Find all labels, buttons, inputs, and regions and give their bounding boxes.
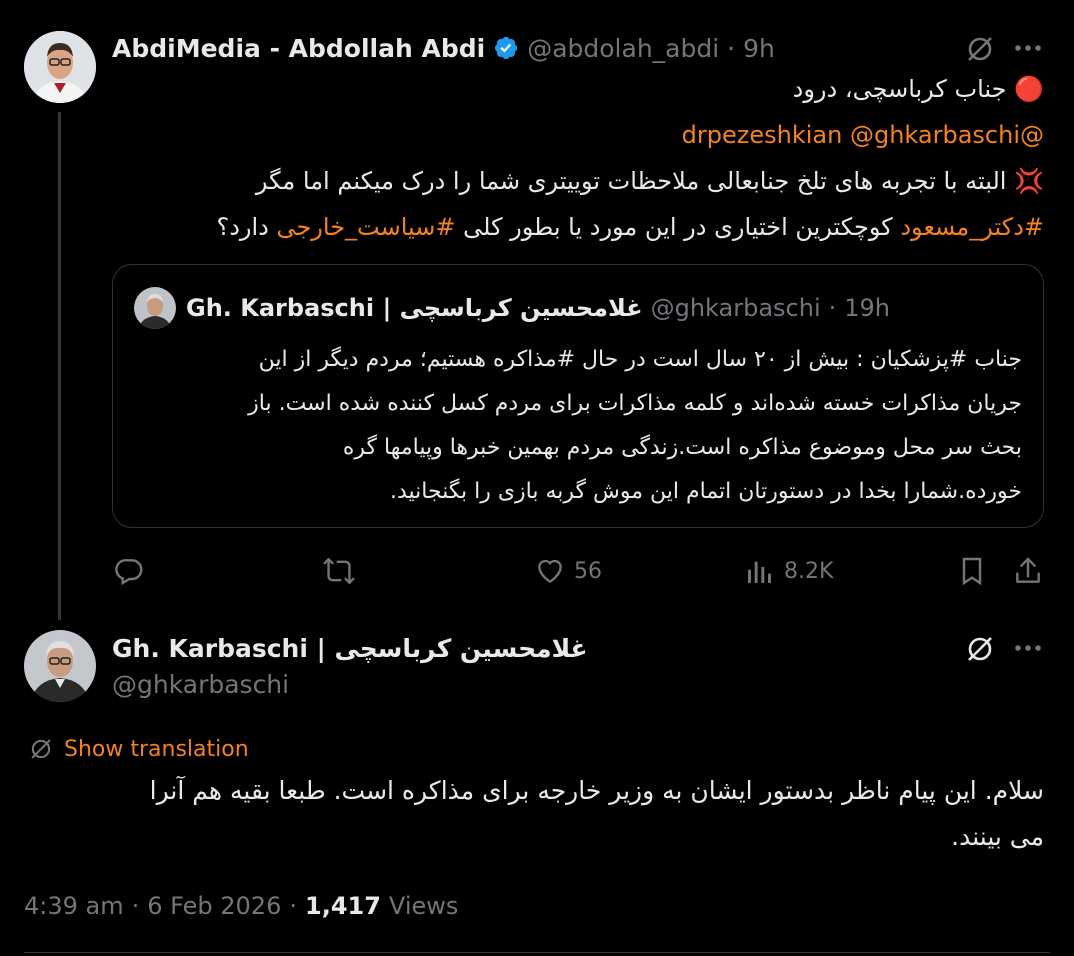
heart-icon [538, 559, 562, 584]
avatar-karbaschi[interactable] [24, 630, 96, 702]
parent-tweet-header: AbdiMedia - Abdollah Abdi @abdolah_abdi … [112, 30, 775, 66]
grok-icon[interactable] [964, 633, 996, 665]
author-handle[interactable]: @abdolah_abdi [527, 34, 719, 63]
more-options-icon[interactable] [1014, 638, 1042, 658]
main-line: می بینند. [951, 822, 1044, 851]
like-count: 56 [574, 558, 602, 584]
views-button[interactable]: 8.2K [744, 555, 833, 587]
repost-icon [323, 558, 355, 584]
main-author-name[interactable]: Gh. Karbaschi | غلامحسین کرباسچی [112, 634, 588, 663]
views-count: 8.2K [784, 558, 834, 584]
reply-button[interactable] [112, 555, 144, 587]
main-line: سلام. این پیام ناظر بدستور ایشان به وزیر… [149, 776, 1044, 805]
red-circle-emoji: 🔴 [1014, 75, 1044, 103]
quoted-line: جریان مذاکرات خسته شده‌اند و کلمه مذاکرا… [248, 391, 1022, 416]
views-total: 1,417 [305, 892, 381, 920]
tweet-timestamp[interactable]: 4:39 am [24, 892, 124, 920]
show-translation-label: Show translation [64, 736, 249, 762]
tweet-date[interactable]: 6 Feb 2026 [147, 892, 281, 920]
bookmark-icon [962, 557, 982, 586]
anger-emoji: 💢 [1014, 167, 1044, 195]
avatar-karbaschi-image [24, 630, 96, 702]
translate-icon [31, 739, 51, 759]
views-label: Views [388, 892, 459, 920]
more-options-icon[interactable] [1014, 38, 1042, 58]
grok-icon[interactable] [964, 33, 996, 65]
quoted-author-handle: @ghkarbaschi [650, 294, 821, 322]
parent-tweet-body: 🔴 جناب کرباسچی، درود @drpezeshkian @ghka… [112, 66, 1044, 250]
share-icon [1016, 557, 1040, 583]
body-line-3: 💢 البته با تجربه های تلخ جنابعالی ملاحظا… [255, 167, 1044, 195]
repost-button[interactable] [322, 555, 356, 587]
avatar-abdi[interactable] [24, 31, 96, 103]
reply-icon [115, 559, 143, 586]
body-line-mentions: @drpezeshkian @ghkarbaschi [112, 112, 1044, 158]
tweet-meta: 4:39 am · 6 Feb 2026 · 1,417 Views [24, 892, 459, 920]
share-button[interactable] [1012, 555, 1044, 587]
tweet-time[interactable]: 9h [743, 34, 775, 63]
quoted-avatar [134, 287, 176, 329]
hashtag-link[interactable]: #سیاست_خارجی [276, 213, 455, 241]
quoted-line: بحث سر محل وموضوع مذاکره است.زندگی مردم … [342, 435, 1022, 460]
avatar-abdi-image [24, 31, 96, 103]
body-line-1: 🔴 جناب کرباسچی، درود [792, 75, 1044, 103]
quoted-author-name: Gh. Karbaschi | غلامحسین کرباسچی [186, 294, 643, 322]
like-button[interactable]: 56 [534, 555, 602, 587]
separator-dot: · [828, 294, 837, 322]
bookmark-button[interactable] [956, 555, 988, 587]
quoted-line: جناب #پزشکیان : بیش از ۲۰ سال است در حال… [258, 347, 1022, 372]
verified-badge-icon [493, 35, 519, 61]
author-name[interactable]: AbdiMedia - Abdollah Abdi [112, 34, 485, 63]
main-author-name-row: Gh. Karbaschi | غلامحسین کرباسچی [112, 630, 588, 666]
separator-dot: · [727, 33, 736, 63]
analytics-icon [748, 561, 771, 583]
show-translation-link[interactable]: Show translation [28, 732, 249, 766]
main-author-handle[interactable]: @ghkarbaschi [112, 670, 289, 699]
quoted-tweet-time: 19h [844, 294, 891, 322]
quoted-line: خورده.شمارا بخدا در دستورتان اتمام این م… [390, 479, 1022, 504]
body-line-4: #دکتر_مسعود کوچکترین اختیاری در این مورد… [216, 213, 1044, 241]
quoted-tweet-body: جناب #پزشکیان : بیش از ۲۰ سال است در حال… [134, 338, 1022, 514]
main-tweet-body: سلام. این پیام ناظر بدستور ایشان به وزیر… [24, 768, 1044, 860]
thread-line [58, 112, 61, 620]
hashtag-link[interactable]: #دکتر_مسعود [900, 213, 1044, 241]
main-author-handle-row: @ghkarbaschi [112, 666, 289, 702]
mention-link[interactable]: @ghkarbaschi [850, 121, 1020, 149]
divider [24, 952, 1050, 953]
quoted-tweet-header: Gh. Karbaschi | غلامحسین کرباسچی @ghkarb… [186, 290, 890, 326]
